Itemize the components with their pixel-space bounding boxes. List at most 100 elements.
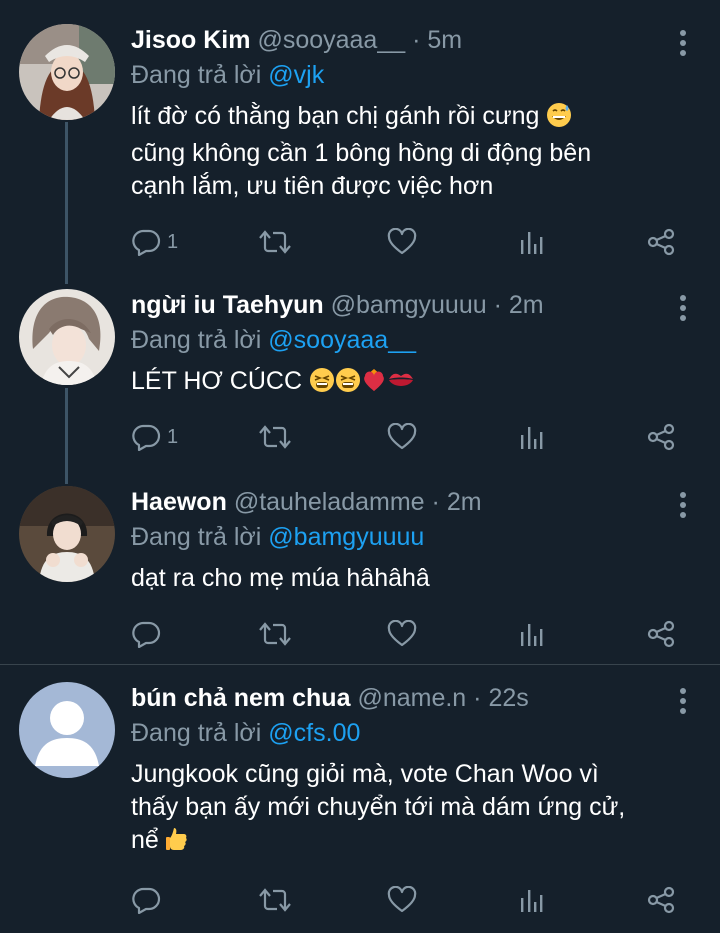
thumbs-up-emoji bbox=[165, 826, 188, 861]
reply-mention[interactable]: @cfs.00 bbox=[268, 719, 360, 747]
tweet[interactable]: bún chả nem chua @name.n · 22s Đang trả … bbox=[0, 682, 720, 922]
reply-icon bbox=[131, 620, 161, 648]
retweet-button[interactable] bbox=[258, 619, 292, 649]
text-line: Jungkook cũng giỏi mà, vote Chan Woo vì bbox=[131, 760, 599, 788]
reply-mention[interactable]: @bamgyuuuu bbox=[268, 523, 424, 551]
analytics-button[interactable] bbox=[519, 885, 545, 915]
user-handle[interactable]: @bamgyuuuu bbox=[331, 291, 487, 319]
timestamp[interactable]: 5m bbox=[427, 26, 462, 54]
text-line: cạnh lắm, ưu tiên được việc hơn bbox=[131, 172, 494, 200]
reply-button[interactable]: 1 bbox=[131, 422, 178, 452]
share-icon bbox=[646, 620, 676, 648]
grinning-sweat-emoji bbox=[546, 102, 572, 137]
reply-prefix: Đang trả lời bbox=[131, 719, 262, 747]
tweet[interactable]: ngừi iu Taehyun @bamgyuuuu · 2m Đang trả… bbox=[0, 289, 720, 464]
analytics-icon bbox=[519, 886, 545, 914]
like-icon bbox=[387, 886, 417, 914]
tweet-text: lít đờ có thằng bạn chị gánh rồi cưng cũ… bbox=[131, 100, 680, 203]
share-button[interactable] bbox=[646, 227, 676, 257]
analytics-icon bbox=[519, 620, 545, 648]
reply-button[interactable] bbox=[131, 619, 161, 649]
text-line: thấy bạn ấy mới chuyển tới mà dám ứng cử… bbox=[131, 793, 626, 821]
avatar[interactable] bbox=[19, 24, 115, 120]
tweet[interactable]: Haewon @tauheladamme · 2m Đang trả lời @… bbox=[0, 486, 720, 656]
reply-icon bbox=[131, 886, 161, 914]
tweet-divider bbox=[0, 664, 720, 665]
text-line: LÉT HƠ CÚCC bbox=[131, 367, 302, 395]
separator-dot: · bbox=[493, 291, 502, 319]
reply-mention[interactable]: @vjk bbox=[268, 61, 324, 89]
display-name[interactable]: Haewon bbox=[131, 488, 227, 516]
tweet-header: Jisoo Kim @sooyaaa__ · 5m bbox=[131, 24, 680, 56]
share-icon bbox=[646, 423, 676, 451]
more-icon[interactable] bbox=[680, 30, 686, 56]
analytics-button[interactable] bbox=[519, 422, 545, 452]
reply-context: Đang trả lời @vjk bbox=[131, 59, 680, 91]
user-handle[interactable]: @tauheladamme bbox=[234, 488, 425, 516]
share-button[interactable] bbox=[646, 619, 676, 649]
share-icon bbox=[646, 228, 676, 256]
avatar[interactable] bbox=[19, 486, 115, 582]
avatar[interactable] bbox=[19, 289, 115, 385]
retweet-icon bbox=[258, 620, 292, 648]
avatar[interactable] bbox=[19, 682, 115, 778]
analytics-icon bbox=[519, 228, 545, 256]
action-bar bbox=[131, 619, 691, 649]
analytics-button[interactable] bbox=[519, 619, 545, 649]
timestamp[interactable]: 2m bbox=[509, 291, 544, 319]
tweet-header: Haewon @tauheladamme · 2m bbox=[131, 486, 680, 518]
action-bar bbox=[131, 885, 691, 915]
reply-prefix: Đang trả lời bbox=[131, 523, 262, 551]
like-icon bbox=[387, 228, 417, 256]
kiss-mark-emoji bbox=[387, 367, 415, 402]
reply-count: 1 bbox=[167, 230, 179, 253]
reply-button[interactable] bbox=[131, 885, 161, 915]
like-button[interactable] bbox=[387, 619, 417, 649]
reply-mention[interactable]: @sooyaaa__ bbox=[268, 326, 416, 354]
reply-prefix: Đang trả lời bbox=[131, 326, 262, 354]
tweet-text: LÉT HƠ CÚCC bbox=[131, 365, 680, 402]
reply-icon bbox=[131, 423, 161, 451]
heart-on-fire-emoji bbox=[361, 367, 387, 402]
retweet-icon bbox=[258, 228, 292, 256]
reply-icon bbox=[131, 228, 161, 256]
share-button[interactable] bbox=[646, 422, 676, 452]
like-button[interactable] bbox=[387, 227, 417, 257]
timestamp[interactable]: 22s bbox=[488, 684, 528, 712]
display-name[interactable]: ngừi iu Taehyun bbox=[131, 291, 324, 319]
tweet-header: ngừi iu Taehyun @bamgyuuuu · 2m bbox=[131, 289, 680, 321]
display-name[interactable]: bún chả nem chua bbox=[131, 684, 350, 712]
like-icon bbox=[387, 423, 417, 451]
reply-count: 1 bbox=[167, 425, 179, 448]
more-icon[interactable] bbox=[680, 492, 686, 518]
user-handle[interactable]: @sooyaaa__ bbox=[257, 26, 405, 54]
tweet[interactable]: Jisoo Kim @sooyaaa__ · 5m Đang trả lời @… bbox=[0, 24, 720, 264]
reply-prefix: Đang trả lời bbox=[131, 61, 262, 89]
tweet-header: bún chả nem chua @name.n · 22s bbox=[131, 682, 680, 714]
separator-dot: · bbox=[431, 488, 440, 516]
share-button[interactable] bbox=[646, 885, 676, 915]
action-bar: 1 bbox=[131, 422, 691, 452]
user-handle[interactable]: @name.n bbox=[357, 684, 466, 712]
analytics-icon bbox=[519, 423, 545, 451]
separator-dot: · bbox=[412, 26, 421, 54]
more-icon[interactable] bbox=[680, 295, 686, 321]
retweet-button[interactable] bbox=[258, 885, 292, 915]
share-icon bbox=[646, 886, 676, 914]
tweet-text: Jungkook cũng giỏi mà, vote Chan Woo vì … bbox=[131, 758, 680, 861]
like-button[interactable] bbox=[387, 422, 417, 452]
retweet-button[interactable] bbox=[258, 227, 292, 257]
like-button[interactable] bbox=[387, 885, 417, 915]
analytics-button[interactable] bbox=[519, 227, 545, 257]
reply-context: Đang trả lời @bamgyuuuu bbox=[131, 521, 680, 553]
text-line: lít đờ có thằng bạn chị gánh rồi cưng bbox=[131, 102, 540, 130]
retweet-button[interactable] bbox=[258, 422, 292, 452]
more-icon[interactable] bbox=[680, 688, 686, 714]
timestamp[interactable]: 2m bbox=[447, 488, 482, 516]
reply-button[interactable]: 1 bbox=[131, 227, 178, 257]
reply-context: Đang trả lời @cfs.00 bbox=[131, 717, 680, 749]
action-bar: 1 bbox=[131, 227, 691, 257]
display-name[interactable]: Jisoo Kim bbox=[131, 26, 250, 54]
retweet-icon bbox=[258, 423, 292, 451]
reply-context: Đang trả lời @sooyaaa__ bbox=[131, 324, 680, 356]
